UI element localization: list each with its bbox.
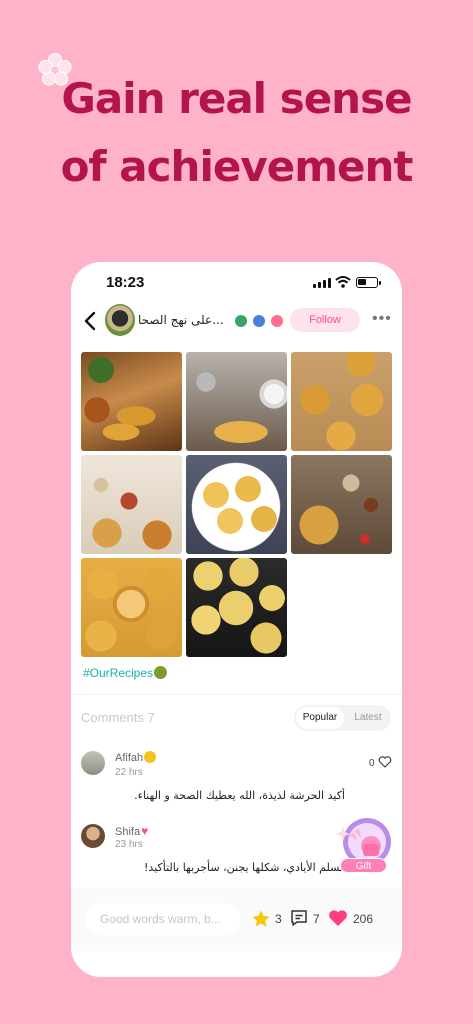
hashtag-text: #OurRecipes bbox=[83, 666, 154, 680]
comments-title: Comments 7 bbox=[81, 710, 155, 725]
wifi-icon bbox=[335, 276, 351, 288]
sort-latest-tab[interactable]: Latest bbox=[346, 707, 390, 729]
sort-popular-tab[interactable]: Popular bbox=[296, 707, 344, 729]
group-avatar[interactable] bbox=[105, 304, 135, 336]
follow-button[interactable]: Follow bbox=[290, 308, 360, 332]
status-time: 18:23 bbox=[106, 274, 145, 291]
flower-badge-icon bbox=[271, 315, 283, 327]
divider bbox=[71, 694, 402, 695]
more-options-icon[interactable]: ••• bbox=[372, 310, 392, 328]
battery-icon bbox=[356, 277, 381, 288]
food-photo-8[interactable] bbox=[186, 558, 287, 657]
status-bar: 18:23 bbox=[71, 262, 402, 304]
headline-line-2: of achievement bbox=[60, 142, 414, 191]
phone-screen: 18:23 على نهج الصحا... Follow ••• #OurRe… bbox=[71, 262, 402, 977]
headline-line-1: Gain real sense bbox=[61, 74, 412, 123]
comment-like-count: 0 bbox=[369, 758, 375, 769]
comment-time: 22 hrs bbox=[115, 767, 143, 778]
post-header: على نهج الصحا... Follow ••• bbox=[71, 304, 402, 338]
avatar[interactable] bbox=[81, 824, 105, 848]
star-icon[interactable] bbox=[251, 909, 271, 929]
food-photo-6[interactable] bbox=[291, 455, 392, 554]
bottom-action-bar: Good words warm, b... 3 7 206 bbox=[71, 887, 402, 951]
food-photo-4[interactable] bbox=[81, 455, 182, 554]
heart-emoji-icon: ♥ bbox=[141, 824, 149, 838]
avatar[interactable] bbox=[81, 751, 105, 775]
comment-input[interactable]: Good words warm, b... bbox=[85, 903, 241, 935]
comment-icon[interactable] bbox=[290, 909, 308, 927]
heart-icon[interactable] bbox=[328, 909, 348, 927]
sun-emoji-icon bbox=[144, 751, 157, 763]
signal-icon bbox=[313, 278, 331, 288]
chevron-left-icon[interactable] bbox=[81, 310, 101, 332]
comment-user[interactable]: Shifa♥ bbox=[115, 824, 148, 838]
comment-count: 7 bbox=[313, 912, 320, 926]
level-badge-icon bbox=[235, 315, 247, 327]
comment-user[interactable]: Afifah bbox=[115, 751, 157, 764]
food-photo-3[interactable] bbox=[291, 352, 392, 451]
food-photo-5[interactable] bbox=[186, 455, 287, 554]
food-photo-2[interactable] bbox=[186, 352, 287, 451]
food-photo-7[interactable] bbox=[81, 558, 182, 657]
like-count: 206 bbox=[353, 912, 374, 926]
comment-sort-toggle: Popular Latest bbox=[294, 705, 391, 731]
gift-button[interactable]: Gift bbox=[340, 858, 387, 873]
food-emoji-icon bbox=[154, 666, 168, 679]
comment-text: أكيد الحرشة لذيذة، الله يعطيك الصحة و ال… bbox=[134, 789, 345, 802]
heart-outline-icon[interactable] bbox=[378, 755, 392, 769]
verified-badge-icon bbox=[253, 315, 265, 327]
food-photo-1[interactable] bbox=[81, 352, 182, 451]
comment-time: 23 hrs bbox=[115, 839, 143, 850]
group-name[interactable]: على نهج الصحا... bbox=[138, 313, 224, 327]
hashtag-link[interactable]: #OurRecipes bbox=[83, 666, 168, 680]
star-count: 3 bbox=[275, 912, 282, 926]
comment-text: تسلم الأيادي، شكلها يجنن، سأجربها بالتأك… bbox=[144, 861, 343, 874]
